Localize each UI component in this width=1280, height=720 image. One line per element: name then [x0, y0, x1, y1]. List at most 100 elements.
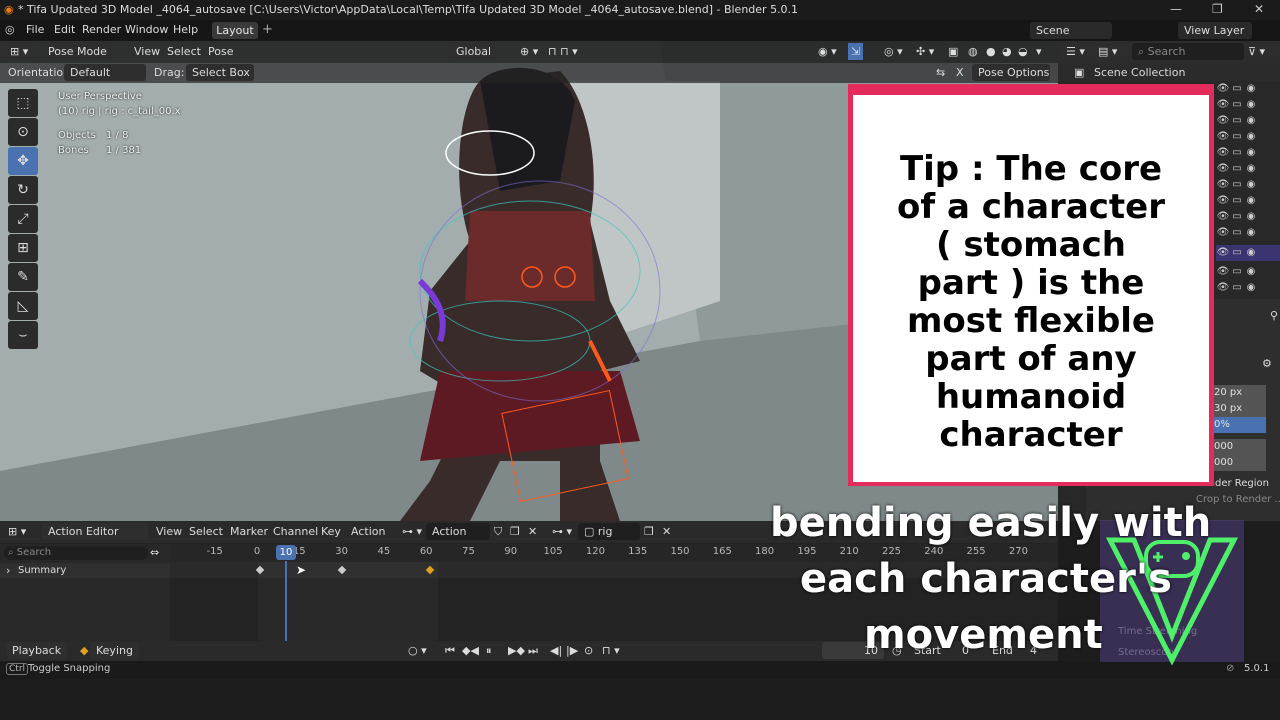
next-marker-icon[interactable]: |▶: [566, 642, 578, 659]
transform-orientation[interactable]: Global: [450, 43, 498, 60]
prev-keyframe-icon[interactable]: ◆◀: [462, 642, 479, 659]
duplicate-slot-icon[interactable]: ❐: [644, 523, 654, 540]
menu-edit[interactable]: Edit: [54, 23, 75, 36]
outliner-row[interactable]: 👁 ▭ ◉: [1216, 280, 1280, 296]
view-layer-selector[interactable]: View Layer: [1178, 22, 1252, 39]
measure-tool-icon[interactable]: ◺: [8, 292, 38, 320]
snap-icon[interactable]: ⊓ ⊓ ▾: [548, 43, 578, 60]
unlink-action-icon[interactable]: ✕: [528, 523, 537, 540]
transform-tool-icon[interactable]: ⊞: [8, 234, 38, 262]
annotate-tool-icon[interactable]: ✎: [8, 263, 38, 291]
drag-dropdown[interactable]: Select Box: [186, 64, 254, 81]
editor-type-icon[interactable]: ⊞ ▾: [4, 43, 35, 60]
rotate-tool-icon[interactable]: ↻: [8, 176, 38, 204]
outliner-row[interactable]: 👁 ▭ ◉: [1216, 145, 1280, 161]
outliner-row[interactable]: 👁 ▭ ◉: [1216, 209, 1280, 225]
outliner-row-selected[interactable]: 👁 ▭ ◉: [1216, 245, 1280, 261]
outliner-row[interactable]: 👁 ▭ ◉: [1216, 113, 1280, 129]
snap-toggle-icon[interactable]: ⊓ ▾: [602, 642, 620, 659]
auto-key-icon[interactable]: ○ ▾: [408, 642, 427, 659]
blender-menu-icon[interactable]: ◎: [5, 23, 15, 36]
editor-mode-dropdown[interactable]: Action Editor: [42, 523, 148, 540]
outliner-row[interactable]: 👁 ▭ ◉: [1216, 264, 1280, 280]
outliner-type-icon[interactable]: ☰ ▾: [1066, 43, 1085, 60]
wireframe-shading-icon[interactable]: ◍: [968, 43, 978, 60]
outliner-row[interactable]: 👁 ▭ ◉: [1216, 193, 1280, 209]
menu-window[interactable]: Window: [125, 23, 168, 36]
channel-search-input[interactable]: ⌕ Search: [4, 546, 148, 560]
outliner-row[interactable]: 👁 ▭ ◉: [1216, 81, 1280, 97]
xray-icon[interactable]: ▣: [948, 43, 958, 60]
current-frame-badge[interactable]: 10: [276, 545, 296, 560]
summary-channel[interactable]: › Summary: [0, 563, 170, 578]
bone-envelope-tool-icon[interactable]: ⌣: [8, 321, 38, 349]
jump-start-icon[interactable]: ⏮: [445, 642, 455, 659]
menu-marker[interactable]: Marker: [230, 523, 268, 540]
outliner-root[interactable]: ▣ Scene Collection: [1058, 63, 1280, 81]
menu-render[interactable]: Render: [82, 23, 121, 36]
mode-selector[interactable]: Pose Mode: [42, 43, 113, 60]
resolution-percent-field[interactable]: 0%: [1210, 417, 1266, 433]
outliner-search-input[interactable]: ⌕ Search: [1132, 43, 1244, 60]
next-keyframe-icon[interactable]: ▶◆: [508, 642, 525, 659]
swap-icon[interactable]: ⇔: [150, 544, 159, 561]
gizmo-icon[interactable]: ⇲: [848, 43, 864, 60]
menu-select[interactable]: Select: [189, 523, 223, 540]
aspect-y-field[interactable]: 000: [1210, 455, 1266, 471]
scene-selector[interactable]: Scene: [1030, 22, 1112, 39]
select-box-tool-icon[interactable]: ⬚: [8, 89, 38, 117]
overlay-icon[interactable]: ◎ ▾: [884, 43, 903, 60]
jump-end-icon[interactable]: ⏭: [528, 642, 538, 659]
prev-marker-icon[interactable]: ◀|: [550, 642, 562, 659]
minimize-icon[interactable]: —: [1170, 2, 1182, 16]
action-browse-icon[interactable]: ⊶ ▾: [402, 523, 422, 540]
menu-view[interactable]: View: [156, 523, 182, 540]
sync-icon[interactable]: ⊙: [584, 642, 593, 659]
menu-help[interactable]: Help: [173, 23, 198, 36]
aspect-x-field[interactable]: 000: [1210, 439, 1266, 455]
menu-action[interactable]: Action: [351, 523, 385, 540]
pin-icon[interactable]: ⚲: [1270, 307, 1278, 324]
mirror-x-label[interactable]: X: [956, 64, 964, 81]
filter-icon[interactable]: ⊽ ▾: [1248, 43, 1265, 60]
action-name-field[interactable]: Action: [426, 523, 490, 540]
outliner-row[interactable]: 👁 ▭ ◉: [1216, 97, 1280, 113]
settings-icon[interactable]: ⚙: [1262, 355, 1272, 372]
orientation-dropdown[interactable]: Default: [64, 64, 146, 81]
resolution-x-field[interactable]: 20 px: [1210, 385, 1266, 401]
keying-dropdown[interactable]: Keying: [90, 642, 139, 659]
add-workspace-button[interactable]: +: [262, 22, 273, 37]
menu-channel[interactable]: Channel: [273, 523, 318, 540]
menu-view[interactable]: View: [134, 43, 160, 60]
tab-layout[interactable]: Layout: [212, 22, 258, 39]
duplicate-action-icon[interactable]: ❐: [510, 523, 520, 540]
slot-browse-icon[interactable]: ⊶ ▾: [552, 523, 572, 540]
outliner-row[interactable]: 👁 ▭ ◉: [1216, 177, 1280, 193]
playhead[interactable]: [285, 561, 287, 641]
slot-name-field[interactable]: ▢ rig: [578, 523, 640, 540]
dopesheet-type-icon[interactable]: ⊞ ▾: [8, 523, 26, 540]
bone-overlay-icon[interactable]: ✣ ▾: [916, 43, 934, 60]
outliner-row[interactable]: 👁 ▭ ◉: [1216, 225, 1280, 241]
cursor-tool-icon[interactable]: ⊙: [8, 118, 38, 146]
menu-file[interactable]: File: [26, 23, 44, 36]
material-shading-icon[interactable]: ◕: [1002, 43, 1012, 60]
move-tool-icon[interactable]: ✥: [8, 147, 38, 175]
maximize-icon[interactable]: ❐: [1212, 2, 1223, 16]
menu-pose[interactable]: Pose: [208, 43, 233, 60]
expand-chevron-icon[interactable]: ›: [6, 562, 10, 579]
unlink-slot-icon[interactable]: ✕: [662, 523, 671, 540]
menu-select[interactable]: Select: [167, 43, 201, 60]
display-mode-icon[interactable]: ▤ ▾: [1098, 43, 1117, 60]
outliner-row[interactable]: 👁 ▭ ◉: [1216, 129, 1280, 145]
outliner-row[interactable]: 👁 ▭ ◉: [1216, 161, 1280, 177]
pivot-icon[interactable]: ⊕ ▾: [520, 43, 538, 60]
menu-key[interactable]: Key: [321, 523, 341, 540]
visibility-icon[interactable]: ◉ ▾: [818, 43, 837, 60]
resolution-y-field[interactable]: 30 px: [1210, 401, 1266, 417]
playback-dropdown[interactable]: Playback: [6, 642, 68, 659]
close-icon[interactable]: ✕: [1254, 2, 1264, 16]
rendered-shading-icon[interactable]: ◒: [1018, 43, 1028, 60]
pause-icon[interactable]: ⏸: [486, 642, 492, 659]
fake-user-icon[interactable]: ⛉: [494, 523, 502, 540]
